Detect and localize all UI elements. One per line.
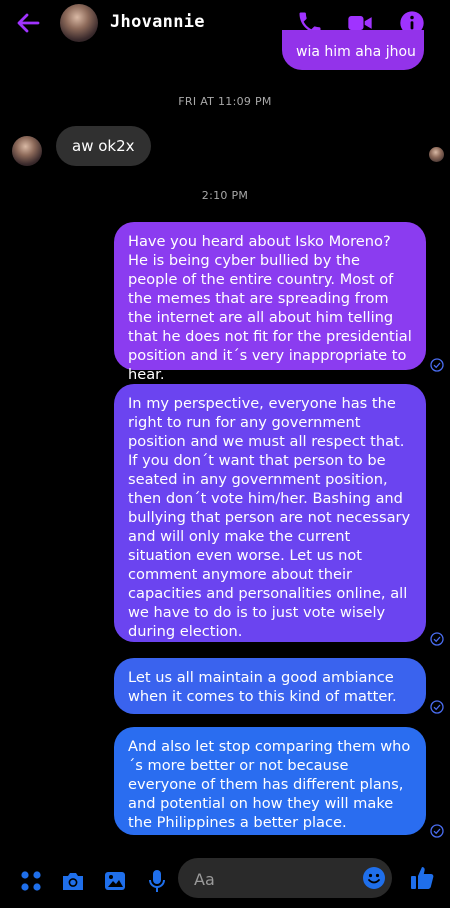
contact-avatar[interactable]	[60, 4, 98, 42]
message-input-container[interactable]	[178, 858, 392, 900]
incoming-avatar[interactable]	[12, 136, 42, 166]
delivered-check-icon	[430, 824, 444, 838]
timestamp: FRI AT 11:09 PM	[178, 95, 272, 108]
menu-dots-icon[interactable]	[18, 868, 44, 894]
message-text: And also let stop comparing them who´s m…	[128, 738, 411, 831]
message-text: wia him aha jhou	[296, 44, 416, 60]
message-text: In my perspective, everyone has the righ…	[128, 395, 411, 640]
delivered-check-icon	[430, 358, 444, 372]
message-text: aw ok2x	[72, 137, 135, 155]
outgoing-message[interactable]: Have you heard about Isko Moreno? He is …	[114, 222, 426, 383]
delivered-check-icon	[430, 700, 444, 714]
back-arrow-icon[interactable]	[14, 9, 42, 37]
microphone-icon[interactable]	[144, 868, 170, 894]
timestamp: 2:10 PM	[201, 189, 249, 202]
outgoing-message[interactable]: Let us all maintain a good ambiance when…	[114, 658, 426, 714]
message-text: Have you heard about Isko Moreno? He is …	[128, 233, 412, 383]
message-text: Let us all maintain a good ambiance when…	[128, 669, 397, 705]
outgoing-message[interactable]: And also let stop comparing them who´s m…	[114, 727, 426, 835]
message-input[interactable]	[192, 858, 356, 900]
gallery-icon[interactable]	[102, 868, 128, 894]
emoji-icon[interactable]	[362, 866, 386, 890]
seen-avatar	[429, 147, 444, 162]
outgoing-message[interactable]: In my perspective, everyone has the righ…	[114, 384, 426, 642]
camera-icon[interactable]	[60, 868, 86, 894]
outgoing-message-partial[interactable]: wia him aha jhou	[282, 30, 424, 70]
delivered-check-icon	[430, 632, 444, 646]
incoming-message[interactable]: aw ok2x	[56, 126, 151, 166]
thumbs-up-icon[interactable]	[408, 864, 436, 892]
contact-name[interactable]: Jhovannie	[110, 12, 205, 32]
